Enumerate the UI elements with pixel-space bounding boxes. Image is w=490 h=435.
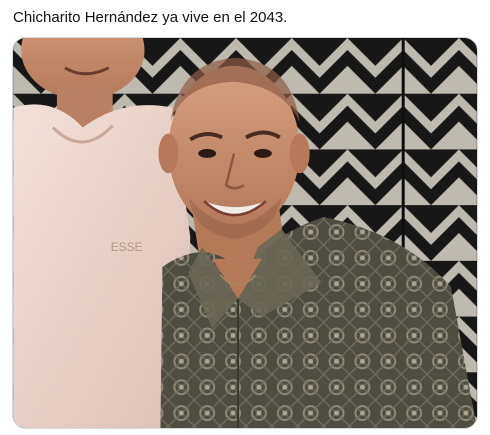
post-photo[interactable]: ESSE [12, 37, 478, 429]
post-text: Chicharito Hernández ya vive en el 2043. [13, 9, 288, 26]
svg-text:ESSE: ESSE [111, 240, 143, 254]
tweet-post: Chicharito Hernández ya vive en el 2043. [0, 0, 490, 435]
photo-illustration: ESSE [13, 38, 477, 428]
